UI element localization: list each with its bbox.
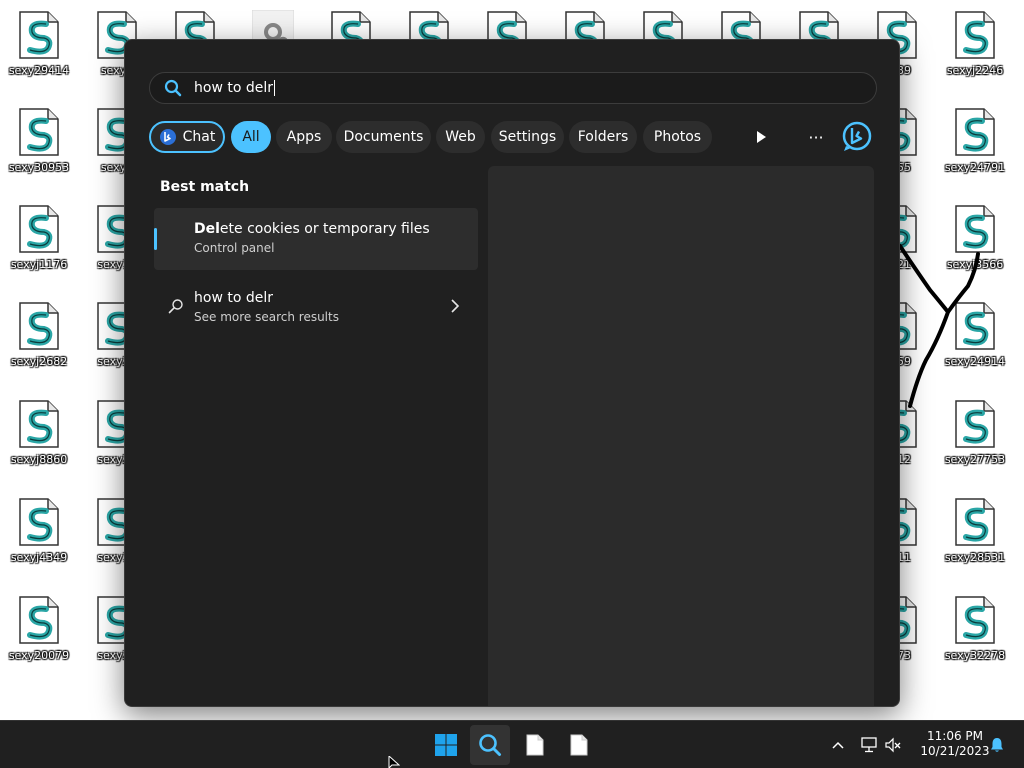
bing-chat-icon	[159, 129, 176, 145]
desktop-file-icon[interactable]: sexyj1176	[1, 198, 77, 284]
desktop-file-icon[interactable]: sexyj8860	[1, 393, 77, 479]
desktop-file-icon[interactable]: sexyj4349	[1, 491, 77, 577]
script-file-icon	[19, 205, 59, 253]
search-query: how to delr	[194, 80, 273, 96]
filter-web[interactable]: Web	[436, 121, 485, 153]
network-icon	[861, 737, 877, 753]
web-result-title: how to delr	[194, 290, 273, 306]
web-result-subtitle: See more search results	[194, 310, 339, 324]
desktop-file-icon[interactable]: sexy20079	[1, 589, 77, 675]
desktop-file-label: sexy29414	[8, 64, 70, 77]
network-volume-tray[interactable]	[856, 729, 906, 761]
desktop-file-label: sexy27753	[944, 453, 1006, 466]
search-icon	[479, 734, 501, 756]
script-file-icon	[19, 11, 59, 59]
desktop-file-icon[interactable]: sexyj2682	[1, 295, 77, 381]
search-input[interactable]: how to delr	[149, 72, 877, 104]
script-file-icon	[19, 498, 59, 546]
best-match-title: Delete cookies or temporary files	[194, 221, 430, 237]
chevron-up-icon	[832, 741, 844, 749]
desktop-file-label: sexy32278	[944, 649, 1006, 662]
taskbar-file-1[interactable]	[515, 725, 555, 765]
taskbar-search-button[interactable]	[470, 725, 510, 765]
web-search-result[interactable]: how to delr See more search results	[154, 280, 478, 336]
document-icon	[526, 734, 544, 756]
desktop-file-icon[interactable]: sexy24791	[937, 101, 1013, 187]
mouse-cursor	[388, 756, 400, 768]
best-match-subtitle: Control panel	[194, 241, 275, 255]
document-icon	[570, 734, 588, 756]
script-file-icon	[19, 400, 59, 448]
filter-documents[interactable]: Documents	[336, 121, 431, 153]
text-caret	[274, 80, 275, 96]
best-match-heading: Best match	[160, 179, 250, 195]
filter-settings-label: Settings	[498, 129, 557, 145]
best-match-title-rest: ete cookies or temporary files	[219, 221, 430, 237]
desktop-file-label: sexyj8860	[10, 453, 68, 466]
bell-icon	[991, 738, 1003, 752]
taskbar-file-2[interactable]	[559, 725, 599, 765]
filter-all[interactable]: All	[231, 121, 271, 153]
filter-chat-label: Chat	[182, 129, 216, 145]
script-file-icon	[955, 498, 995, 546]
desktop-file-icon[interactable]: sexy29414	[1, 4, 77, 90]
bing-button[interactable]	[837, 121, 877, 153]
chevron-right-icon	[451, 299, 460, 313]
preview-pane	[488, 166, 874, 706]
script-file-icon	[955, 596, 995, 644]
desktop-file-label: sexy20079	[8, 649, 70, 662]
desktop-file-label: sexy30953	[8, 161, 70, 174]
filter-all-label: All	[242, 129, 260, 145]
desktop-file-label: sexyj2246	[946, 64, 1004, 77]
filter-documents-label: Documents	[343, 129, 424, 145]
filter-photos[interactable]: Photos	[643, 121, 712, 153]
script-file-icon	[955, 108, 995, 156]
best-match-result[interactable]: Delete cookies or temporary files Contro…	[154, 208, 478, 270]
search-icon	[168, 299, 183, 314]
filter-apps[interactable]: Apps	[276, 121, 332, 153]
desktop-file-icon[interactable]: sexy32278	[937, 589, 1013, 675]
filter-photos-label: Photos	[653, 129, 702, 145]
search-panel: how to delr Chat All Apps Documents Web …	[124, 39, 900, 707]
bing-icon	[842, 121, 872, 151]
desktop-file-label: sexyj2682	[10, 355, 68, 368]
desktop-file-icon[interactable]: sexy28531	[937, 491, 1013, 577]
taskbar: 11:06 PM 10/21/2023	[0, 720, 1024, 768]
scroll-filters-button[interactable]	[744, 121, 778, 153]
start-button[interactable]	[426, 725, 466, 765]
volume-muted-icon	[885, 737, 901, 753]
filter-folders-label: Folders	[577, 129, 629, 145]
notifications-button[interactable]	[986, 729, 1008, 761]
filter-folders[interactable]: Folders	[569, 121, 637, 153]
search-filter-bar: Chat All Apps Documents Web Settings Fol…	[149, 120, 877, 154]
desktop-file-label: sexyj4349	[10, 551, 68, 564]
desktop-file-icon[interactable]: sexy30953	[1, 101, 77, 187]
desktop-file-label: sexy28531	[944, 551, 1006, 564]
desktop-file-label: sexy24791	[944, 161, 1006, 174]
filter-settings[interactable]: Settings	[491, 121, 564, 153]
desktop-scribble	[898, 244, 980, 408]
script-file-icon	[955, 11, 995, 59]
filter-chat[interactable]: Chat	[149, 121, 225, 153]
script-file-icon	[19, 108, 59, 156]
show-hidden-icons-button[interactable]	[826, 729, 850, 761]
play-arrow-icon	[757, 131, 766, 143]
desktop-file-icon[interactable]: sexyj2246	[937, 4, 1013, 90]
selection-indicator	[154, 228, 157, 250]
more-options-button[interactable]: ···	[799, 121, 833, 153]
windows-logo-icon	[435, 734, 457, 756]
more-dots-icon: ···	[808, 127, 824, 147]
filter-apps-label: Apps	[286, 129, 322, 145]
script-file-icon	[19, 596, 59, 644]
script-file-icon	[19, 302, 59, 350]
filter-web-label: Web	[445, 129, 476, 145]
desktop-file-label: sexyj1176	[10, 258, 68, 271]
best-match-title-highlight: Del	[194, 221, 220, 237]
search-icon	[164, 79, 182, 97]
